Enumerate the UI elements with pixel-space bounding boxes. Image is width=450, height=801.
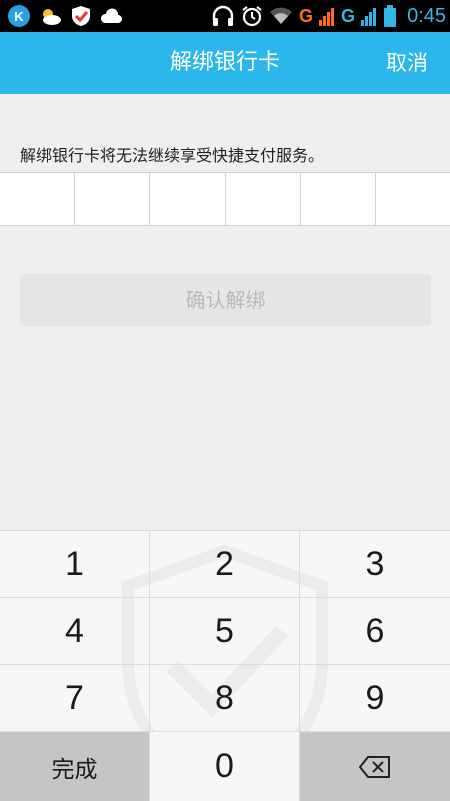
- status-right-icons: G G 0:45: [211, 4, 446, 28]
- pin-digit-box[interactable]: [75, 173, 151, 225]
- signal-icon-2: [361, 6, 377, 26]
- page-title: 解绑银行卡: [169, 50, 280, 75]
- key-4[interactable]: 4: [0, 598, 150, 665]
- key-9[interactable]: 9: [300, 665, 450, 732]
- key-2[interactable]: 2: [150, 531, 300, 598]
- pin-digit-box[interactable]: [376, 173, 450, 225]
- key-6[interactable]: 6: [300, 598, 450, 665]
- key-5[interactable]: 5: [150, 598, 300, 665]
- network-type-1: G: [299, 5, 314, 26]
- title-bar: 解绑银行卡 取消: [0, 32, 450, 94]
- shield-app-icon: [70, 5, 92, 27]
- pin-digit-box[interactable]: [0, 173, 76, 225]
- key-8[interactable]: 8: [150, 665, 300, 732]
- backspace-icon: [359, 755, 390, 778]
- pin-digit-box[interactable]: [150, 173, 226, 225]
- key-7[interactable]: 7: [0, 665, 150, 732]
- cancel-button[interactable]: 取消: [386, 32, 428, 94]
- pin-input[interactable]: [0, 172, 450, 226]
- key-0[interactable]: 0: [150, 732, 300, 801]
- cloud-icon: [100, 8, 122, 24]
- k-app-icon: K: [8, 5, 30, 27]
- alarm-clock-icon: [241, 5, 263, 27]
- headphones-icon: [211, 5, 235, 27]
- pin-digit-box[interactable]: [226, 173, 301, 225]
- signal-icon-1: [319, 6, 335, 26]
- status-bar: K G G 0:45: [0, 0, 450, 32]
- numeric-keypad: 1 2 3 4 5 6 7 8 9 完成 0: [0, 530, 450, 801]
- weather-icon: [38, 5, 62, 27]
- key-1[interactable]: 1: [0, 531, 150, 598]
- done-button[interactable]: 完成: [0, 732, 150, 801]
- confirm-unbind-button[interactable]: 确认解绑: [20, 274, 431, 326]
- key-3[interactable]: 3: [300, 531, 450, 598]
- unbind-notice-text: 解绑银行卡将无法继续享受快捷支付服务。: [20, 146, 325, 165]
- wifi-icon: [269, 6, 293, 26]
- network-type-2: G: [341, 5, 356, 26]
- backspace-button[interactable]: [300, 732, 450, 801]
- status-time: 0:45: [407, 4, 446, 27]
- battery-icon: [383, 5, 397, 27]
- pin-digit-box[interactable]: [301, 173, 376, 225]
- status-left-icons: K: [8, 4, 122, 28]
